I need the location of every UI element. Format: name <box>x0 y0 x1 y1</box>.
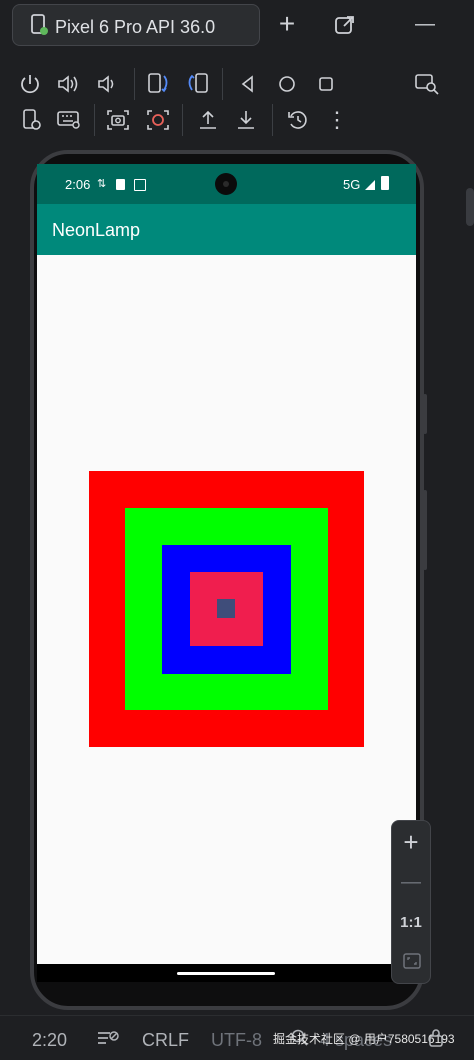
snapshot-icon[interactable] <box>286 108 310 132</box>
camera-cutout <box>215 173 237 195</box>
caret-position[interactable]: 2:20 <box>32 1030 67 1051</box>
battery-icon <box>381 176 389 190</box>
camera-lens <box>223 181 229 187</box>
phone-icon <box>29 14 49 36</box>
download-icon[interactable] <box>234 108 258 132</box>
minimize-button[interactable]: — <box>410 10 440 38</box>
android-status-bar: 2:06 ⇅ 5G <box>37 164 416 204</box>
zoom-controls: + — 1:1 <box>391 820 431 984</box>
zoom-actual-size-button[interactable]: 1:1 <box>396 909 426 937</box>
ide-status-bar: 2:20 CRLF UTF-8 4 spaces 掘金技术社区 @ 用户7580… <box>0 1015 474 1060</box>
square-slate <box>217 599 235 618</box>
zoom-out-button[interactable]: — <box>396 868 426 896</box>
upload-icon[interactable] <box>196 108 220 132</box>
device-screen[interactable]: 2:06 ⇅ 5G NeonLamp <box>37 164 416 982</box>
side-panel-handle[interactable] <box>466 188 474 226</box>
tab-title: Pixel 6 Pro API 36.0 <box>55 17 216 37</box>
screen-cast-icon <box>134 179 146 191</box>
rotate-right-icon[interactable] <box>184 70 210 96</box>
record-icon[interactable] <box>146 108 170 132</box>
toolbar-divider <box>222 68 223 100</box>
zoom-in-button[interactable]: + <box>396 828 426 856</box>
volume-side-button <box>423 490 427 570</box>
network-type: 5G <box>343 177 361 192</box>
device-tab[interactable]: Pixel 6 Pro API 36.0 <box>12 4 260 46</box>
open-external-icon[interactable] <box>334 14 356 36</box>
app-bar: NeonLamp <box>37 204 416 255</box>
toolbar-divider <box>94 104 95 136</box>
data-saver-icon: ⇅ <box>97 178 107 190</box>
zoom-fit-icon[interactable] <box>402 951 422 971</box>
more-options-button[interactable]: ⋮ <box>322 106 352 134</box>
signal-icon <box>364 178 376 190</box>
screenshot-icon[interactable] <box>106 108 130 132</box>
device-explorer-icon[interactable] <box>414 72 440 96</box>
sd-card-icon <box>116 179 125 190</box>
android-nav-bar <box>37 964 416 982</box>
power-side-button <box>423 394 427 434</box>
status-time: 2:06 <box>65 177 91 192</box>
toolbar-divider <box>182 104 183 136</box>
device-settings-icon[interactable] <box>20 108 44 132</box>
back-icon[interactable] <box>238 74 258 94</box>
volume-up-icon[interactable] <box>56 72 82 96</box>
power-icon[interactable] <box>18 72 42 96</box>
home-icon[interactable] <box>277 74 297 94</box>
volume-down-icon[interactable] <box>96 72 120 96</box>
keyboard-icon[interactable] <box>56 108 82 132</box>
overview-icon[interactable] <box>316 74 336 94</box>
app-title: NeonLamp <box>52 220 141 240</box>
code-style-icon[interactable] <box>96 1028 120 1050</box>
gesture-handle[interactable] <box>177 972 275 975</box>
rotate-left-icon[interactable] <box>146 70 172 96</box>
lock-icon[interactable] <box>428 1028 444 1048</box>
add-tab-button[interactable]: + <box>272 10 302 38</box>
toolbar-divider <box>272 104 273 136</box>
toolbar-divider <box>134 68 135 100</box>
line-endings[interactable]: CRLF <box>142 1030 189 1051</box>
file-encoding[interactable]: UTF-8 <box>211 1030 262 1051</box>
